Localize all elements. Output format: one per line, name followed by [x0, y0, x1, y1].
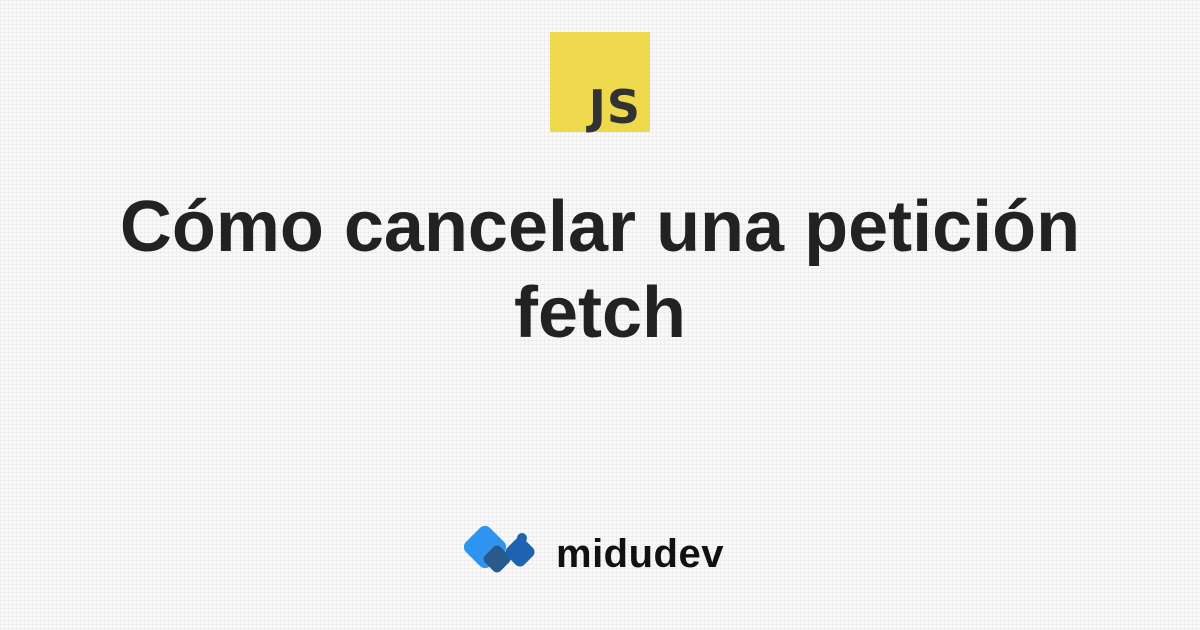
- midudev-logo-icon: [464, 525, 535, 573]
- javascript-logo-text: JS: [588, 80, 641, 134]
- brand: midudev: [464, 520, 724, 588]
- page-title: Cómo cancelar una petición fetch: [119, 187, 1081, 353]
- javascript-logo-icon: JS: [550, 32, 650, 132]
- brand-name: midudev: [556, 531, 724, 576]
